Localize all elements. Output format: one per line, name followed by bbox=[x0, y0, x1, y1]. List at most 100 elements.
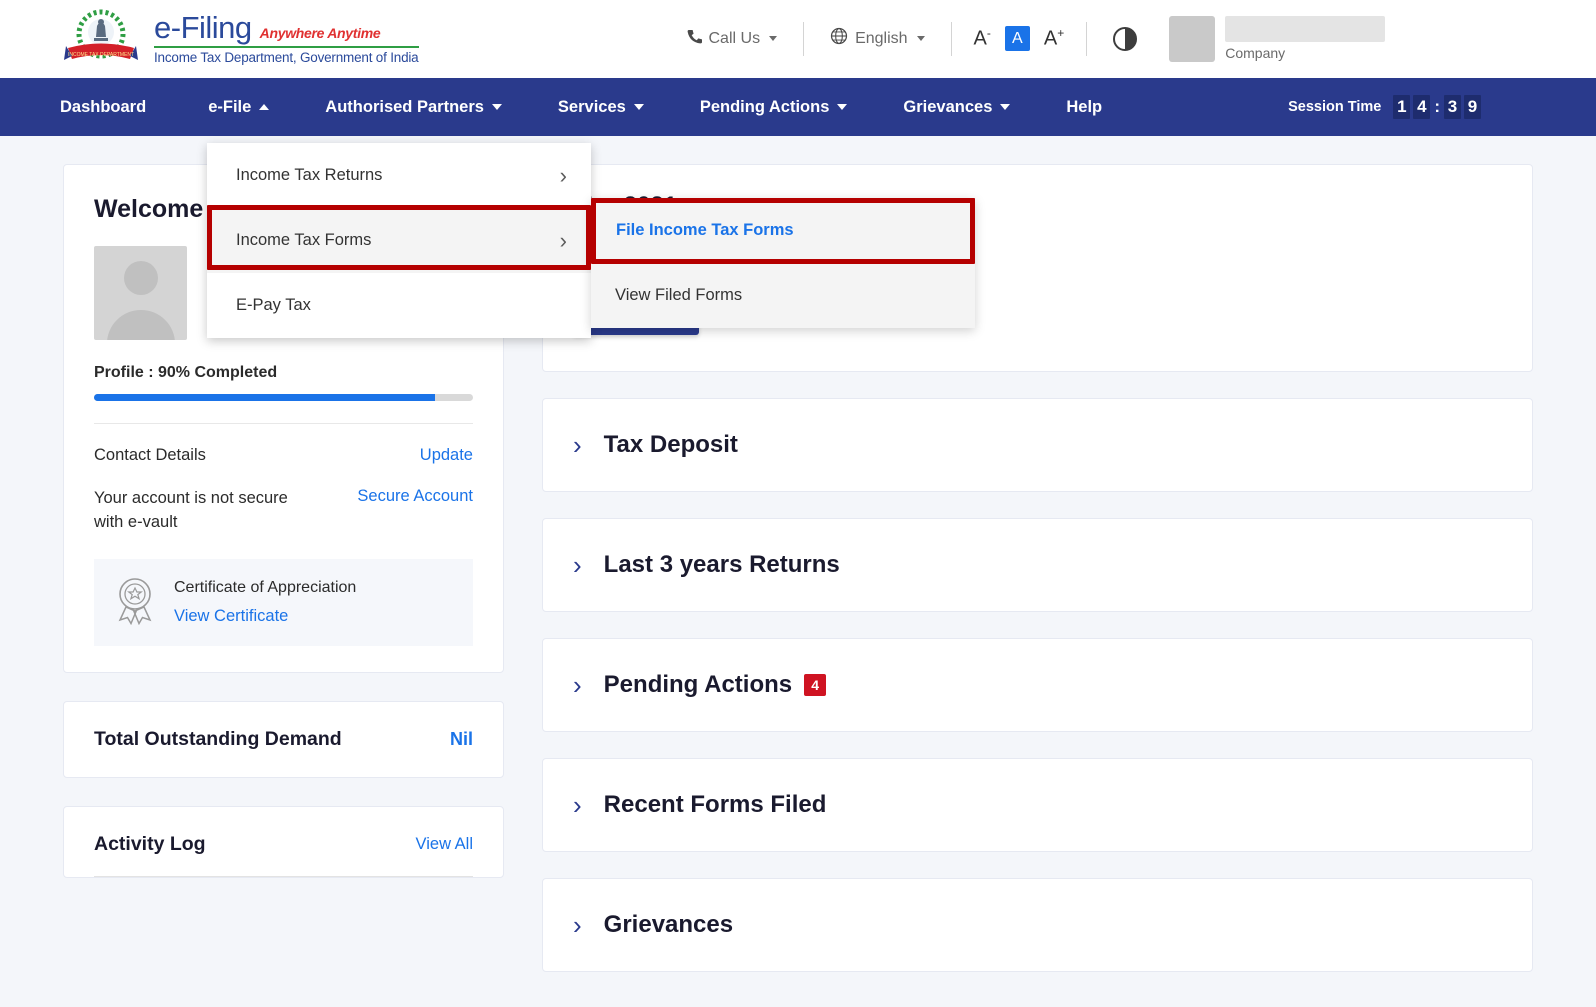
accordion-title: Pending Actions4 bbox=[604, 671, 826, 699]
chevron-down-icon bbox=[492, 104, 502, 110]
accordion-tax-deposit[interactable]: › Tax Deposit bbox=[542, 398, 1533, 492]
session-colon: : bbox=[1433, 97, 1441, 117]
contrast-icon[interactable] bbox=[1113, 27, 1137, 51]
font-increase-button[interactable]: A+ bbox=[1030, 26, 1078, 51]
outstanding-demand-value[interactable]: Nil bbox=[450, 729, 473, 750]
chevron-right-icon: › bbox=[573, 552, 582, 578]
award-ribbon-icon bbox=[112, 575, 158, 630]
outstanding-demand-title: Total Outstanding Demand bbox=[94, 728, 342, 751]
session-digit-4: 9 bbox=[1464, 95, 1481, 119]
divider bbox=[94, 423, 473, 424]
chevron-up-icon bbox=[259, 104, 269, 110]
font-decrease-sup: - bbox=[987, 26, 991, 40]
brand-logo[interactable]: INCOME TAX DEPARTMENT e-Filing Anywhere … bbox=[60, 8, 419, 70]
view-certificate-link[interactable]: View Certificate bbox=[174, 607, 356, 626]
chevron-down-icon bbox=[634, 104, 644, 110]
chevron-down-icon bbox=[837, 104, 847, 110]
menu-item-e-pay-tax[interactable]: E-Pay Tax bbox=[207, 273, 591, 338]
nav-item-pending-actions[interactable]: Pending Actions bbox=[672, 78, 876, 136]
chevron-down-icon bbox=[917, 36, 925, 41]
certificate-title: Certificate of Appreciation bbox=[174, 579, 356, 597]
session-timer: Session Time 1 4 : 3 9 bbox=[1288, 95, 1481, 119]
submenu-item-view-filed-forms[interactable]: View Filed Forms bbox=[591, 263, 975, 328]
chevron-right-icon: › bbox=[560, 165, 567, 187]
nav-label: Help bbox=[1066, 98, 1102, 117]
activity-log-title: Activity Log bbox=[94, 833, 206, 856]
avatar bbox=[1169, 16, 1215, 62]
user-profile-block[interactable]: Company bbox=[1169, 16, 1385, 62]
header-tools: Call Us English A- A A+ bbox=[669, 22, 1156, 56]
nav-item-help[interactable]: Help bbox=[1038, 78, 1130, 136]
nav-label: Pending Actions bbox=[700, 98, 830, 117]
chevron-down-icon bbox=[769, 36, 777, 41]
submenu-item-label: File Income Tax Forms bbox=[616, 221, 794, 240]
session-time-label: Session Time bbox=[1288, 99, 1381, 115]
session-digit-2: 4 bbox=[1413, 95, 1430, 119]
svg-text:INCOME TAX DEPARTMENT: INCOME TAX DEPARTMENT bbox=[68, 52, 134, 58]
accordion-pending-actions[interactable]: › Pending Actions4 bbox=[542, 638, 1533, 732]
call-us-label: Call Us bbox=[709, 30, 761, 48]
accordion-title: Tax Deposit bbox=[604, 431, 738, 459]
nav-item-efile[interactable]: e-File bbox=[180, 78, 297, 136]
font-increase-label: A bbox=[1044, 28, 1057, 50]
accordion-title: Recent Forms Filed bbox=[604, 791, 827, 819]
contact-details-row: Contact Details Update bbox=[94, 446, 473, 465]
accordion-recent-forms-filed[interactable]: › Recent Forms Filed bbox=[542, 758, 1533, 852]
activity-log-view-all-link[interactable]: View All bbox=[416, 835, 473, 854]
font-normal-button[interactable]: A bbox=[1005, 26, 1030, 51]
chevron-right-icon: › bbox=[573, 432, 582, 458]
status-badge: 4 bbox=[804, 674, 826, 696]
main-navigation: Dashboard e-File Authorised Partners Ser… bbox=[0, 78, 1596, 136]
language-selector[interactable]: English bbox=[812, 27, 942, 50]
call-us-button[interactable]: Call Us bbox=[669, 29, 796, 49]
user-name-redacted bbox=[1225, 16, 1385, 42]
chevron-right-icon: › bbox=[573, 912, 582, 938]
activity-log-card: Activity Log View All bbox=[63, 806, 504, 878]
language-label: English bbox=[855, 30, 907, 48]
divider bbox=[94, 876, 473, 877]
menu-item-income-tax-forms[interactable]: Income Tax Forms › bbox=[207, 208, 591, 273]
profile-avatar bbox=[94, 246, 187, 340]
font-decrease-label: A bbox=[974, 28, 987, 50]
session-digit-3: 3 bbox=[1444, 95, 1461, 119]
font-decrease-button[interactable]: A- bbox=[960, 26, 1005, 51]
accordion-grievances[interactable]: › Grievances bbox=[542, 878, 1533, 972]
efile-dropdown-menu: Income Tax Returns › Income Tax Forms › … bbox=[207, 143, 591, 338]
accordion-last-3-years-returns[interactable]: › Last 3 years Returns bbox=[542, 518, 1533, 612]
session-digit-1: 1 bbox=[1393, 95, 1410, 119]
profile-progress-fill bbox=[94, 394, 435, 401]
nav-label: Authorised Partners bbox=[325, 98, 484, 117]
accordion-title: Last 3 years Returns bbox=[604, 551, 840, 579]
outstanding-demand-card: Total Outstanding Demand Nil bbox=[63, 701, 504, 778]
submenu-item-label: View Filed Forms bbox=[615, 286, 742, 305]
nav-label: Grievances bbox=[903, 98, 992, 117]
submenu-item-file-income-tax-forms[interactable]: File Income Tax Forms bbox=[591, 198, 975, 263]
chevron-right-icon: › bbox=[560, 230, 567, 252]
nav-label: e-File bbox=[208, 98, 251, 117]
income-tax-forms-submenu: File Income Tax Forms View Filed Forms bbox=[591, 198, 975, 328]
header-divider bbox=[951, 22, 952, 56]
menu-item-label: Income Tax Returns bbox=[236, 166, 382, 185]
vault-row: Your account is not secure with e-vault … bbox=[94, 487, 473, 535]
brand-divider bbox=[154, 46, 419, 48]
nav-item-grievances[interactable]: Grievances bbox=[875, 78, 1038, 136]
profile-progress-bar bbox=[94, 394, 473, 401]
header-divider bbox=[803, 22, 804, 56]
menu-item-label: Income Tax Forms bbox=[236, 231, 371, 250]
nav-item-authorised-partners[interactable]: Authorised Partners bbox=[297, 78, 530, 136]
phone-icon bbox=[687, 29, 702, 49]
accordion-title: Grievances bbox=[604, 911, 733, 939]
secure-account-link[interactable]: Secure Account bbox=[357, 487, 473, 506]
nav-item-services[interactable]: Services bbox=[530, 78, 672, 136]
menu-item-income-tax-returns[interactable]: Income Tax Returns › bbox=[207, 143, 591, 208]
chevron-right-icon: › bbox=[573, 792, 582, 818]
profile-progress-label: Profile : 90% Completed bbox=[94, 364, 473, 382]
vault-message: Your account is not secure with e-vault bbox=[94, 487, 304, 535]
brand-title: e-Filing bbox=[154, 12, 252, 45]
contact-update-link[interactable]: Update bbox=[420, 446, 473, 465]
chevron-down-icon bbox=[1000, 104, 1010, 110]
india-national-emblem-icon: INCOME TAX DEPARTMENT bbox=[60, 8, 142, 70]
header-divider bbox=[1086, 22, 1087, 56]
nav-item-dashboard[interactable]: Dashboard bbox=[60, 78, 180, 136]
brand-department: Income Tax Department, Government of Ind… bbox=[154, 51, 419, 65]
